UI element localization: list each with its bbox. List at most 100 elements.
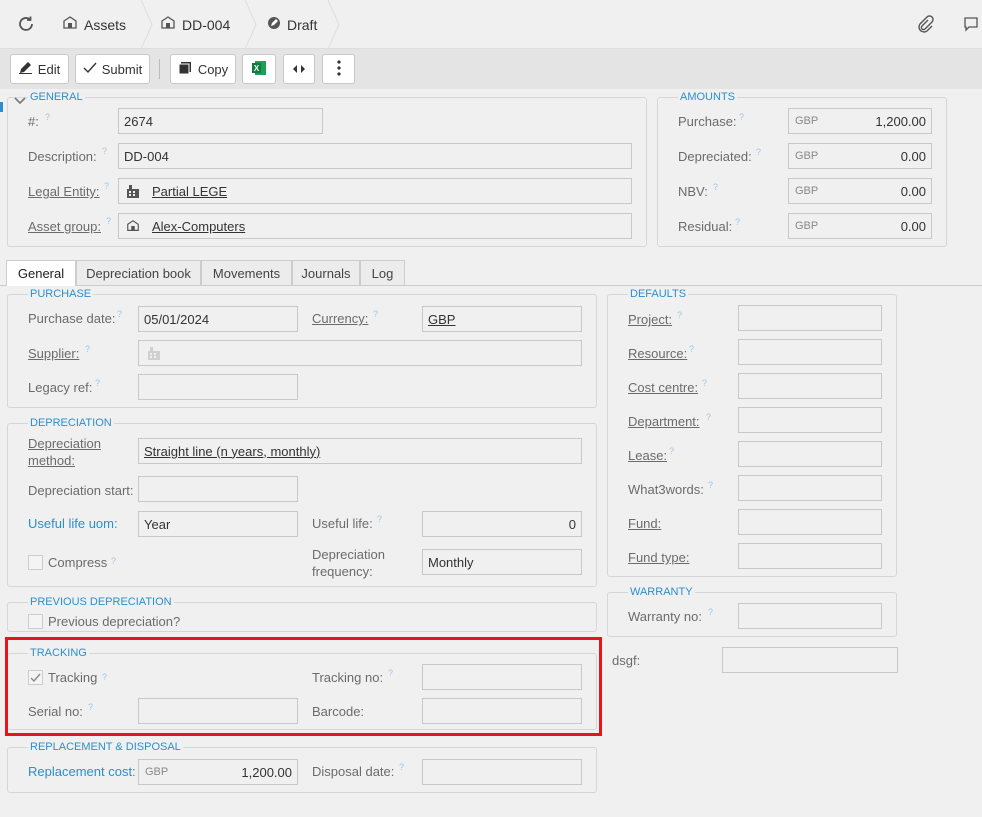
replacement-cost-field[interactable]: GBP 1,200.00	[138, 759, 298, 785]
previous-depreciation-legend: PREVIOUS DEPRECIATION	[28, 596, 174, 609]
breadcrumb-assets[interactable]: Assets	[62, 0, 126, 49]
default-fund-label[interactable]: Fund:	[628, 516, 661, 532]
legal-entity-field[interactable]: Partial LEGE	[118, 178, 632, 204]
edit-button[interactable]: Edit	[10, 54, 69, 84]
help-icon[interactable]: ?	[677, 310, 682, 320]
default-cost-centre-label[interactable]: Cost centre:	[628, 380, 698, 396]
replacement-cost-value: 1,200.00	[241, 764, 292, 780]
purchase-date-field[interactable]: 05/01/2024	[138, 306, 298, 332]
depreciation-start-field[interactable]	[138, 476, 298, 502]
useful-life-field[interactable]: 0	[422, 511, 582, 537]
help-icon[interactable]: ?	[708, 607, 713, 617]
default-resource-field[interactable]	[738, 339, 882, 365]
help-icon[interactable]: ?	[713, 182, 718, 192]
default-fund-type-label[interactable]: Fund type:	[628, 550, 689, 566]
help-icon[interactable]: ?	[104, 181, 109, 191]
currency-label[interactable]: Currency:	[312, 311, 368, 327]
help-icon[interactable]: ?	[689, 344, 694, 354]
previous-depreciation-checkbox[interactable]	[28, 614, 43, 629]
supplier-field[interactable]	[138, 340, 582, 366]
default-lease-label[interactable]: Lease:	[628, 448, 667, 464]
tab-depreciation-book[interactable]: Depreciation book	[76, 260, 201, 285]
default-fund-field[interactable]	[738, 509, 882, 535]
default-project-field[interactable]	[738, 305, 882, 331]
depreciation-method-field[interactable]: Straight line (n years, monthly)	[138, 438, 582, 464]
depreciated-amount-label: Depreciated:	[678, 149, 752, 164]
tab-journals[interactable]: Journals	[292, 260, 360, 285]
default-what3words-field[interactable]	[738, 475, 882, 501]
navigate-button[interactable]	[283, 54, 315, 84]
legal-entity-value[interactable]: Partial LEGE	[152, 184, 227, 199]
description-field[interactable]: DD-004	[118, 143, 632, 169]
help-icon[interactable]: ?	[756, 147, 761, 157]
default-project-label[interactable]: Project:	[628, 312, 672, 328]
help-icon[interactable]: ?	[702, 378, 707, 388]
help-icon[interactable]: ?	[373, 309, 378, 319]
help-icon[interactable]: ?	[739, 112, 744, 122]
warranty-no-field[interactable]	[738, 603, 882, 629]
previous-depreciation-label: Previous depreciation?	[48, 614, 181, 629]
number-field[interactable]: 2674	[118, 108, 323, 134]
help-icon[interactable]: ?	[377, 514, 382, 524]
building-icon	[147, 346, 161, 360]
breadcrumb-separator	[327, 0, 340, 49]
default-lease-field[interactable]	[738, 441, 882, 467]
depreciation-frequency-field[interactable]: Monthly	[422, 549, 582, 575]
dsgf-field[interactable]	[722, 647, 898, 673]
refresh-icon[interactable]	[16, 14, 36, 34]
help-icon[interactable]: ?	[669, 446, 674, 456]
excel-export-button[interactable]: X	[242, 54, 276, 84]
default-fund-type-field[interactable]	[738, 543, 882, 569]
help-icon[interactable]: ?	[735, 217, 740, 227]
copy-button[interactable]: Copy	[170, 54, 236, 84]
purchase-amount-value: 1,200.00	[875, 113, 926, 129]
depreciation-method-label-line1[interactable]: Depreciation	[28, 436, 101, 452]
asset-group-label[interactable]: Asset group:	[28, 219, 101, 235]
legacy-ref-field[interactable]	[138, 374, 298, 400]
help-icon[interactable]: ?	[85, 344, 90, 354]
residual-value: 0.00	[900, 218, 926, 234]
help-icon[interactable]: ?	[111, 556, 116, 566]
residual-field[interactable]: GBP 0.00	[788, 213, 932, 239]
tab-movements[interactable]: Movements	[201, 260, 292, 285]
default-resource-label[interactable]: Resource:	[628, 346, 687, 362]
collapse-chevron-icon[interactable]	[14, 94, 26, 109]
submit-button[interactable]: Submit	[75, 54, 150, 84]
legal-entity-label[interactable]: Legal Entity:	[28, 184, 100, 200]
nbv-label: NBV:	[678, 184, 708, 199]
more-options-button[interactable]	[322, 54, 355, 84]
currency-value[interactable]: GBP	[428, 312, 455, 327]
comment-icon[interactable]	[963, 16, 979, 35]
breadcrumb-record[interactable]: DD-004	[160, 0, 230, 49]
help-icon[interactable]: ?	[117, 309, 122, 319]
help-icon[interactable]: ?	[708, 480, 713, 490]
depreciation-method-label-line2[interactable]: method:	[28, 453, 75, 469]
help-icon[interactable]: ?	[106, 216, 111, 226]
supplier-label[interactable]: Supplier:	[28, 346, 79, 362]
disposal-date-field[interactable]	[422, 759, 582, 785]
tab-general[interactable]: General	[6, 260, 76, 286]
depreciation-method-value[interactable]: Straight line (n years, monthly)	[144, 444, 320, 459]
currency-field[interactable]: GBP	[422, 306, 582, 332]
asset-group-value[interactable]: Alex-Computers	[152, 219, 245, 234]
compress-checkbox[interactable]	[28, 555, 43, 570]
help-icon[interactable]: ?	[45, 112, 50, 122]
help-icon[interactable]: ?	[706, 412, 711, 422]
help-icon[interactable]: ?	[102, 146, 107, 156]
default-cost-centre-field[interactable]	[738, 373, 882, 399]
default-department-field[interactable]	[738, 407, 882, 433]
asset-group-field[interactable]: Alex-Computers	[118, 213, 632, 239]
help-icon[interactable]: ?	[95, 378, 100, 388]
help-icon[interactable]: ?	[399, 762, 404, 772]
paperclip-icon[interactable]	[916, 15, 934, 36]
default-department-label[interactable]: Department:	[628, 414, 700, 430]
breadcrumb-record-label: DD-004	[182, 16, 231, 33]
breadcrumb-status[interactable]: Draft	[267, 0, 317, 49]
depreciated-amount-field[interactable]: GBP 0.00	[788, 143, 932, 169]
useful-life-uom-field[interactable]: Year	[138, 511, 298, 537]
tab-log[interactable]: Log	[360, 260, 405, 285]
toolbar-divider	[159, 59, 160, 79]
purchase-amount-field[interactable]: GBP 1,200.00	[788, 108, 932, 134]
nbv-field[interactable]: GBP 0.00	[788, 178, 932, 204]
edit-label: Edit	[37, 61, 61, 77]
